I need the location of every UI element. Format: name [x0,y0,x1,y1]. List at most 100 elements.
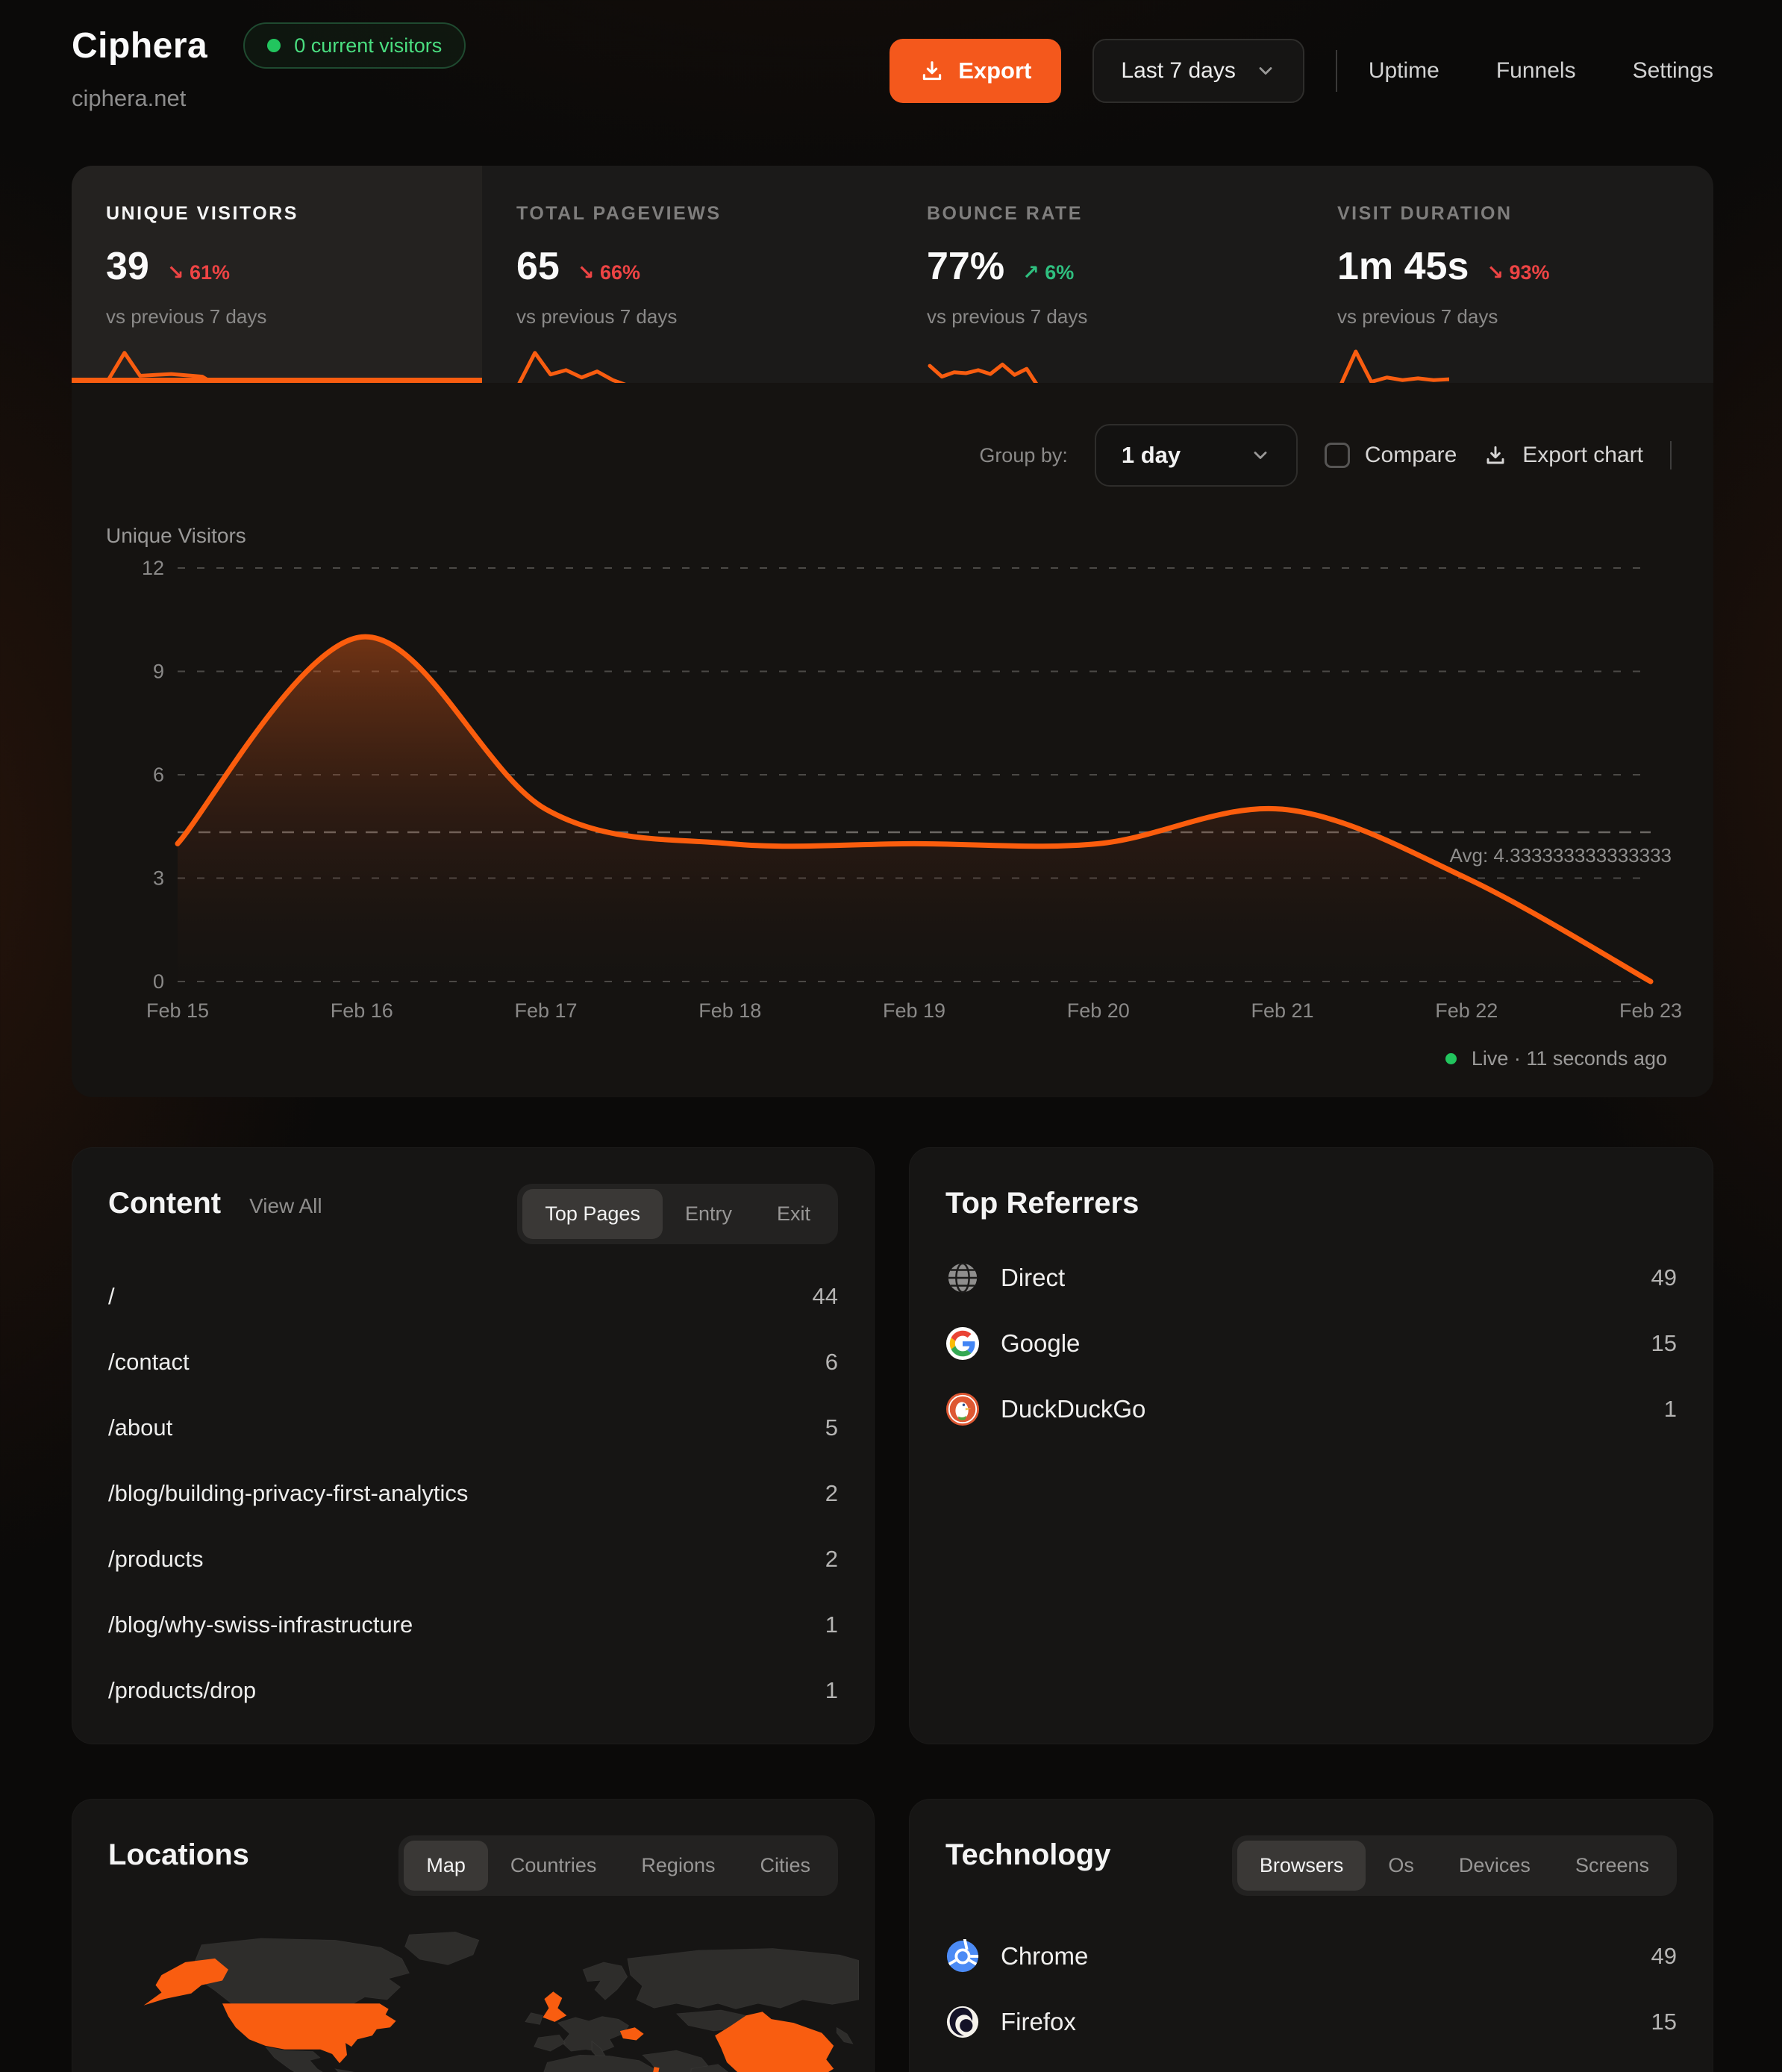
header-left: Ciphera 0 current visitors ciphera.net [72,22,466,112]
tab-os[interactable]: Os [1366,1841,1436,1891]
tab-browsers[interactable]: Browsers [1237,1841,1366,1891]
view-all-link[interactable]: View All [249,1194,322,1218]
tab-map[interactable]: Map [404,1841,488,1891]
world-map[interactable] [90,1931,859,2072]
svg-text:6: 6 [153,764,164,786]
svg-text:Feb 23: Feb 23 [1619,999,1682,1022]
technology-card: Technology Browsers Os Devices Screens [909,1799,1713,2072]
stat-unique-visitors[interactable]: UNIQUE VISITORS 39 ↘ 61% vs previous 7 d… [72,166,482,383]
svg-text:9: 9 [153,661,164,683]
svg-text:Feb 16: Feb 16 [331,999,393,1022]
tab-devices[interactable]: Devices [1436,1841,1553,1891]
referrers-title: Top Referrers [945,1187,1139,1220]
content-row[interactable]: /blog/building-privacy-first-analytics2 [108,1461,838,1526]
locations-tabs: Map Countries Regions Cities [398,1835,838,1896]
svg-text:Feb 17: Feb 17 [514,999,577,1022]
content-row[interactable]: /blog/why-swiss-infrastructure1 [108,1592,838,1658]
header-right: Export Last 7 days Uptime Funnels Settin… [890,39,1713,103]
firefox-icon [945,2005,980,2039]
referrer-row[interactable]: DuckDuckGo 1 [945,1376,1677,1442]
sparkline-chart [106,342,218,383]
stat-delta: ↘ 61% [167,261,230,284]
compare-label: Compare [1365,443,1457,468]
date-range-dropdown[interactable]: Last 7 days [1092,39,1304,103]
export-chart-button[interactable]: Export chart [1484,443,1643,468]
tab-screens[interactable]: Screens [1553,1841,1672,1891]
sparkline-chart [516,342,628,383]
technology-row[interactable]: Firefox 15 [945,1989,1677,2055]
live-status-text: Live · 11 seconds ago [1472,1047,1667,1070]
tab-regions[interactable]: Regions [619,1841,737,1891]
export-label: Export [958,57,1031,84]
sparkline-chart [927,342,1039,383]
tab-top-pages[interactable]: Top Pages [522,1189,663,1239]
map-israel-highlight [653,2067,660,2072]
technology-tabs: Browsers Os Devices Screens [1232,1835,1677,1896]
map-ireland [525,2013,543,2025]
stat-label: VISIT DURATION [1337,203,1713,225]
stat-delta: ↗ 6% [1022,261,1074,284]
controls-divider [1670,441,1672,469]
map-greenland [405,1932,479,1965]
svg-text:Unique Visitors: Unique Visitors [106,524,246,547]
nav-settings[interactable]: Settings [1633,58,1713,84]
chevron-down-icon [1255,60,1276,81]
referrer-row[interactable]: Direct 49 [945,1245,1677,1311]
map-japan [837,2027,853,2044]
chrome-icon [945,1939,980,1973]
map-mexico [266,2047,330,2072]
content-row[interactable]: /about5 [108,1395,838,1461]
chevron-down-icon [1250,445,1271,466]
tab-entry[interactable]: Entry [663,1189,754,1239]
unique-visitors-line-chart[interactable]: Unique Visitors036912Avg: 4.333333333333… [72,510,1713,1047]
map-scandinavia [583,1962,628,2000]
svg-text:12: 12 [142,557,164,579]
svg-text:3: 3 [153,867,164,890]
nav-uptime[interactable]: Uptime [1369,58,1439,84]
tab-exit[interactable]: Exit [754,1189,833,1239]
stat-total-pageviews[interactable]: TOTAL PAGEVIEWS 65 ↘ 66% vs previous 7 d… [482,166,892,383]
chart-controls: Group by: 1 day Compare Export chart [979,424,1672,487]
tab-cities[interactable]: Cities [737,1841,833,1891]
technology-row-partial[interactable] [945,2055,1677,2072]
referrer-rows: Direct 49 Google 15 [945,1245,1677,1442]
tab-countries[interactable]: Countries [488,1841,619,1891]
stat-value: 77% [927,244,1004,289]
compare-toggle[interactable]: Compare [1325,443,1457,468]
content-card: Content View All Top Pages Entry Exit /4… [72,1147,875,1744]
svg-text:Feb 15: Feb 15 [146,999,209,1022]
stat-compare-label: vs previous 7 days [106,305,482,328]
sparkline-chart [1337,342,1449,383]
content-row[interactable]: /products/drop1 [108,1658,838,1723]
content-rows: /44 /contact6 /about5 /blog/building-pri… [108,1264,838,1723]
svg-text:Feb 19: Feb 19 [883,999,945,1022]
stat-delta: ↘ 93% [1486,261,1549,284]
live-dot-icon [1445,1053,1457,1064]
download-icon [1484,443,1507,467]
content-tabs: Top Pages Entry Exit [517,1184,838,1244]
stats-row: UNIQUE VISITORS 39 ↘ 61% vs previous 7 d… [72,166,1713,383]
content-row[interactable]: /44 [108,1264,838,1329]
main-chart-card: Group by: 1 day Compare Export chart Uni… [72,383,1713,1097]
content-row[interactable]: /contact6 [108,1329,838,1395]
stat-label: UNIQUE VISITORS [106,203,482,225]
google-icon [945,1326,980,1361]
current-visitors-badge[interactable]: 0 current visitors [243,22,466,69]
svg-text:Avg: 4.333333333333333: Avg: 4.333333333333333 [1450,844,1672,867]
stat-label: TOTAL PAGEVIEWS [516,203,892,225]
map-russia [628,1948,859,2009]
technology-row[interactable]: Chrome 49 [945,1923,1677,1989]
group-by-dropdown[interactable]: 1 day [1095,424,1298,487]
export-button[interactable]: Export [890,39,1061,103]
duckduckgo-icon [945,1392,980,1426]
content-row[interactable]: /products2 [108,1526,838,1592]
nav-funnels[interactable]: Funnels [1496,58,1576,84]
group-by-label: Group by: [979,444,1068,467]
map-africa [540,2055,660,2072]
header-nav: Uptime Funnels Settings [1369,58,1713,84]
referrer-row[interactable]: Google 15 [945,1311,1677,1376]
compare-checkbox[interactable] [1325,443,1350,468]
stat-bounce-rate[interactable]: BOUNCE RATE 77% ↗ 6% vs previous 7 days [892,166,1303,383]
stat-visit-duration[interactable]: VISIT DURATION 1m 45s ↘ 93% vs previous … [1303,166,1713,383]
stat-value: 39 [106,244,149,289]
